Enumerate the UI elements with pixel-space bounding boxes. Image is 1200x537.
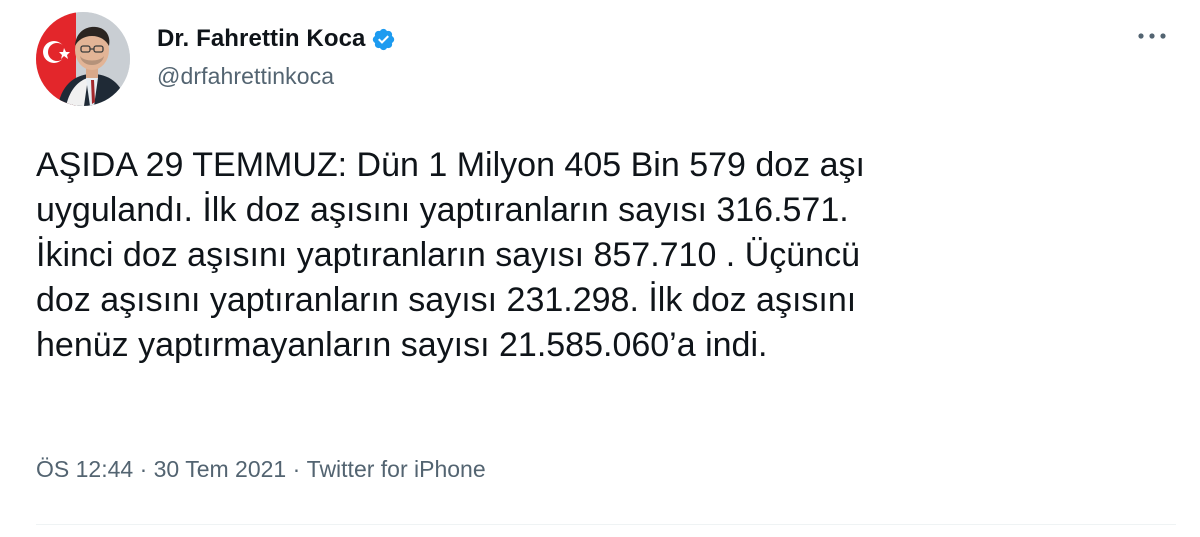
name-row: Dr. Fahrettin Koca [157,23,396,55]
tweet-date[interactable]: 30 Tem 2021 [154,456,287,483]
avatar-image [36,12,130,106]
meta-separator: · [286,456,307,482]
tweet-time[interactable]: ÖS 12:44 [36,456,133,483]
avatar[interactable] [36,12,130,106]
more-horizontal-icon [1138,33,1166,39]
tweet-source[interactable]: Twitter for iPhone [307,456,486,483]
verified-badge-icon [371,27,396,52]
handle[interactable]: @drfahrettinkoca [157,63,396,90]
display-name[interactable]: Dr. Fahrettin Koca [157,25,366,53]
tweet-meta: ÖS 12:44 · 30 Tem 2021 · Twitter for iPh… [36,456,486,483]
tweet-text: AŞIDA 29 TEMMUZ: Dün 1 Milyon 405 Bin 57… [36,146,865,364]
author-info: Dr. Fahrettin Koca @drfahrettinkoca [157,23,396,90]
more-options-button[interactable] [1134,22,1170,50]
tweet-card: Dr. Fahrettin Koca @drfahrettinkoca AŞID… [0,0,1200,537]
divider [36,524,1176,525]
meta-separator: · [133,456,154,482]
tweet-header: Dr. Fahrettin Koca @drfahrettinkoca [36,12,396,108]
